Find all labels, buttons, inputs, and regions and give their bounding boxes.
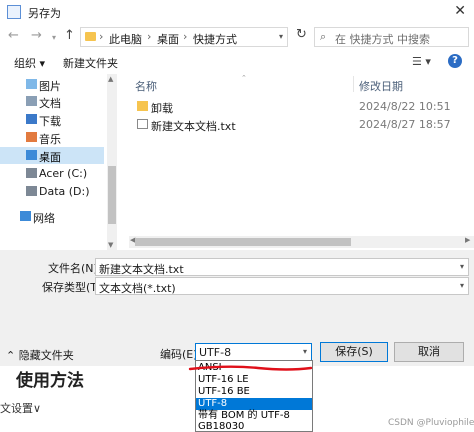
folder-icon xyxy=(85,32,96,41)
file-date: 2024/8/22 10:51 xyxy=(359,100,451,113)
back-arrow-icon[interactable]: ← xyxy=(8,28,19,43)
file-name: 新建文本文档.txt xyxy=(151,120,236,133)
breadcrumb-this-pc[interactable]: 此电脑 xyxy=(109,31,142,47)
sort-caret-icon: ⌃ xyxy=(241,74,247,82)
hide-folders-label: 隐藏文件夹 xyxy=(18,349,74,362)
sidebar-item-music[interactable]: 音乐 xyxy=(0,129,104,146)
table-row[interactable]: 卸载 2024/8/22 10:51 xyxy=(129,98,469,115)
recent-locations-chevron-icon[interactable]: ▾ xyxy=(52,33,56,42)
filetype-select[interactable]: 文本文档(*.txt) ▾ xyxy=(95,277,469,295)
cancel-button[interactable]: 取消 xyxy=(394,342,464,362)
navigation-bar: ← → ▾ ↑ › 此电脑 › 桌面 › 快捷方式 ▾ ↻ ⌕ 在 快捷方式 中… xyxy=(0,24,474,50)
sidebar-item-label: 音乐 xyxy=(39,133,61,146)
window-title: 另存为 xyxy=(28,7,61,20)
column-divider[interactable] xyxy=(353,76,354,92)
network-icon xyxy=(20,211,31,221)
chevron-down-icon[interactable]: ▾ xyxy=(303,347,307,356)
drive-icon xyxy=(26,168,37,178)
encoding-value: UTF-8 xyxy=(199,346,232,359)
encoding-option-utf16be[interactable]: UTF-16 BE xyxy=(196,386,312,398)
music-icon xyxy=(26,132,37,142)
close-icon[interactable]: ✕ xyxy=(454,3,466,19)
chevron-down-icon[interactable]: ▾ xyxy=(279,32,283,41)
help-icon[interactable]: ? xyxy=(448,54,462,68)
horizontal-scroll-thumb[interactable] xyxy=(135,238,351,246)
breadcrumb-separator-icon[interactable]: › xyxy=(147,30,151,43)
breadcrumb-shortcuts[interactable]: 快捷方式 xyxy=(193,31,237,47)
sidebar-item-pictures[interactable]: 图片 xyxy=(0,76,104,93)
background-settings-text: 文设置∨ xyxy=(0,402,42,415)
sidebar-item-label: 桌面 xyxy=(39,151,61,164)
sidebar-item-label: 图片 xyxy=(39,80,61,93)
scroll-right-icon[interactable]: ▶ xyxy=(465,236,470,244)
column-header-name[interactable]: 名称 xyxy=(135,78,157,94)
forward-arrow-icon[interactable]: → xyxy=(31,28,42,43)
hide-folders-toggle[interactable]: ⌃ 隐藏文件夹 xyxy=(6,347,74,363)
filename-field[interactable]: 新建文本文档.txt ▾ xyxy=(95,258,469,276)
pictures-icon xyxy=(26,79,37,89)
red-underline-annotation xyxy=(188,365,313,371)
sidebar-item-desktop[interactable]: 桌面 xyxy=(0,147,104,164)
sidebar-item-label: Data (D:) xyxy=(39,185,90,198)
desktop-icon xyxy=(26,150,37,160)
sidebar-item-label: 文档 xyxy=(39,97,61,110)
file-name: 卸载 xyxy=(151,102,173,115)
encoding-option-utf16le[interactable]: UTF-16 LE xyxy=(196,374,312,386)
organize-button[interactable]: 组织 ▾ xyxy=(14,55,45,71)
notepad-icon xyxy=(7,5,21,19)
watermark: CSDN @Pluviophile_ xyxy=(388,418,474,428)
sidebar-item-drive-d[interactable]: Data (D:) xyxy=(0,183,104,200)
column-header-date[interactable]: 修改日期 xyxy=(359,78,403,94)
sidebar-item-label: 网络 xyxy=(33,212,55,225)
folder-icon xyxy=(137,101,148,111)
sidebar-item-drive-c[interactable]: Acer (C:) xyxy=(0,165,104,182)
sidebar-scroll-thumb[interactable] xyxy=(108,166,116,224)
background-heading: 使用方法 xyxy=(16,371,84,391)
documents-icon xyxy=(26,96,37,106)
filename-label: 文件名(N): xyxy=(48,262,102,275)
address-bar[interactable]: › 此电脑 › 桌面 › 快捷方式 ▾ xyxy=(80,27,288,47)
table-row[interactable]: 新建文本文档.txt 2024/8/27 18:57 xyxy=(129,116,469,133)
chevron-down-icon[interactable]: ▾ xyxy=(460,281,464,290)
chevron-down-icon[interactable]: ▾ xyxy=(460,262,464,271)
command-bar: 组织 ▾ 新建文件夹 ☰ ▾ ? xyxy=(0,52,474,72)
encoding-select[interactable]: UTF-8 ▾ xyxy=(195,343,312,361)
file-list: ⌃ 名称 修改日期 卸载 2024/8/22 10:51 新建文本文档.txt … xyxy=(121,74,474,250)
search-icon: ⌕ xyxy=(320,30,327,43)
sidebar-item-label: Acer (C:) xyxy=(39,167,88,180)
filename-value: 新建文本文档.txt xyxy=(99,263,184,276)
new-folder-button[interactable]: 新建文件夹 xyxy=(63,55,118,71)
view-options-icon[interactable]: ☰ ▾ xyxy=(412,55,431,68)
up-arrow-icon[interactable]: ↑ xyxy=(64,28,75,43)
save-as-dialog: 另存为 ✕ ← → ▾ ↑ › 此电脑 › 桌面 › 快捷方式 ▾ ↻ ⌕ 在 … xyxy=(0,0,474,366)
encoding-option-utf8[interactable]: UTF-8 xyxy=(196,398,312,410)
text-file-icon xyxy=(137,119,148,129)
save-button[interactable]: 保存(S) xyxy=(320,342,388,362)
refresh-icon[interactable]: ↻ xyxy=(296,27,307,42)
sidebar-item-documents[interactable]: 文档 xyxy=(0,93,104,110)
sidebar-item-downloads[interactable]: 下载 xyxy=(0,111,104,128)
navigation-pane: 图片 文档 下载 音乐 桌面 Acer (C:) Data (D:) 网络 ▲ … xyxy=(0,74,120,250)
breadcrumb-desktop[interactable]: 桌面 xyxy=(157,31,179,47)
scroll-down-icon[interactable]: ▼ xyxy=(108,241,113,249)
title-bar: 另存为 ✕ xyxy=(0,0,474,24)
breadcrumb-separator-icon[interactable]: › xyxy=(99,30,103,43)
download-icon xyxy=(26,114,37,124)
sidebar-item-label: 下载 xyxy=(39,115,61,128)
drive-icon xyxy=(26,186,37,196)
encoding-option-gb18030[interactable]: GB18030 xyxy=(196,421,312,432)
search-placeholder: 在 快捷方式 中搜索 xyxy=(335,33,430,46)
chevron-up-icon: ⌃ xyxy=(6,349,19,362)
scroll-up-icon[interactable]: ▲ xyxy=(108,75,113,83)
breadcrumb-separator-icon[interactable]: › xyxy=(183,30,187,43)
save-form: 文件名(N): 新建文本文档.txt ▾ 保存类型(T): 文本文档(*.txt… xyxy=(0,250,474,366)
search-input[interactable]: ⌕ 在 快捷方式 中搜索 xyxy=(314,27,469,47)
filetype-value: 文本文档(*.txt) xyxy=(99,282,176,295)
sidebar-item-network[interactable]: 网络 xyxy=(0,208,104,225)
file-date: 2024/8/27 18:57 xyxy=(359,118,451,131)
